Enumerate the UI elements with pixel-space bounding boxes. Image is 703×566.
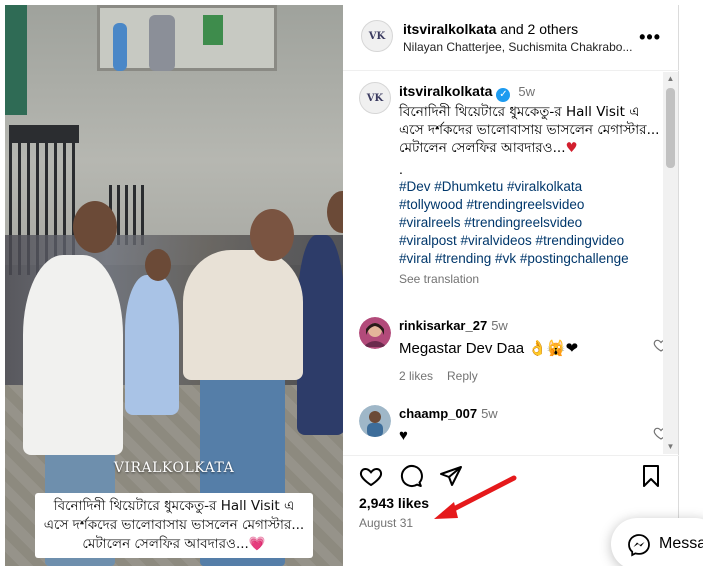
hashtag-line[interactable]: #tollywood #trendingreelsvideo [399,196,661,214]
comment-username[interactable]: rinkisarkar_27 [399,318,487,333]
onlooker [113,23,127,71]
person [125,275,179,415]
person-head [145,249,171,281]
comment-text: Megastar Dev Daa 👌🙀❤ [399,340,579,357]
comment-bubble-icon[interactable] [399,464,423,488]
red-heart-emoji: ♥ [565,140,578,156]
caption-age[interactable]: 5w [518,84,535,99]
comment-item: rinkisarkar_27 5w Megastar Dev Daa 👌🙀❤ 2 … [359,317,669,387]
video-frame [5,5,343,566]
red-annotation-arrow-icon [434,475,517,519]
post-authors: itsviralkolkata and 2 others [403,21,578,37]
and-others-link[interactable]: and 2 others [496,21,578,37]
commenter-photo [359,405,391,437]
onlooker [149,15,175,71]
author-avatar[interactable]: VK [361,20,393,52]
more-options-icon[interactable]: ••• [639,27,661,48]
hashtag-line[interactable]: #viralpost #viralvideos #trendingvideo [399,232,661,250]
comment-meta: 2 likes Reply [399,369,639,383]
comment-age: 5w [481,406,498,421]
person-head [250,209,294,261]
commenter-avatar[interactable] [359,405,391,437]
commenter-photo [359,317,391,349]
like-heart-icon[interactable] [359,464,383,488]
caption-dot: . [399,161,403,177]
comments-scroll-area[interactable]: VK itsviralkolkata ✓ 5w বিনোদিনী থিয়েটারে… [343,72,679,454]
see-translation-link[interactable]: See translation [399,270,661,288]
video-caption-overlay: বিনোদিনী থিয়েটারে ধুমকেতু-র Hall Visit … [35,493,313,558]
comment-item: chaamp_007 5w ♥ [359,405,669,454]
scroll-up-arrow-icon[interactable]: ▲ [663,72,678,86]
caption-username[interactable]: itsviralkolkata [399,83,492,99]
green-curtain [5,5,27,115]
comment-age: 5w [491,318,508,333]
caption-body: বিনোদিনী থিয়েটারে ধুমকেতু-র Hall Visit … [399,104,660,156]
hashtag-line[interactable]: #viral #trending #vk #postingchallenge [399,250,661,268]
hanging-cloth [203,15,223,45]
messages-button[interactable]: Messages [611,518,703,566]
like-count[interactable]: 2,943 likes [359,495,429,511]
comment-username[interactable]: chaamp_007 [399,406,477,421]
comment-like-count[interactable]: 2 likes [399,369,433,383]
commenter-avatar[interactable] [359,317,391,349]
post-header: VK itsviralkolkata and 2 others Nilayan … [343,5,679,71]
person [297,235,343,435]
person [23,255,123,455]
scrollbar-thumb[interactable] [666,88,675,168]
messages-label: Messages [659,535,703,552]
video-watermark: VIRALKOLKATA [113,460,235,476]
post-date[interactable]: August 31 [359,516,413,530]
comment-body: rinkisarkar_27 5w Megastar Dev Daa 👌🙀❤ 2 … [399,317,639,383]
verified-badge-icon: ✓ [496,88,511,102]
hashtag-list: #Dev #Dhumketu #viralkolkata #tollywood … [399,178,661,268]
scroll-down-arrow-icon[interactable]: ▼ [663,440,678,454]
caption-text: বিনোদিনী থিয়েটারে ধুমকেতু-র Hall Visit … [399,103,661,157]
author-username[interactable]: itsviralkolkata [403,21,496,37]
pink-heart-emoji: 💗 [248,536,266,552]
comment-text: ♥ [399,427,408,444]
instagram-post-view: VIRALKOLKATA বিনোদিনী থিয়েটারে ধুমকেতু-… [0,0,703,566]
reply-button[interactable]: Reply [447,369,478,383]
person-head [73,201,117,253]
comment-body: chaamp_007 5w ♥ [399,405,639,444]
caption-author-avatar[interactable]: VK [359,82,391,114]
post-video[interactable]: VIRALKOLKATA বিনোদিনী থিয়েটারে ধুমকেতু-… [5,5,343,566]
person [183,250,303,380]
hashtag-line[interactable]: #viralreels #trendingreelsvideo [399,214,661,232]
messenger-icon [628,534,650,557]
save-bookmark-icon[interactable] [639,464,663,488]
collaborators-line[interactable]: Nilayan Chatterjee, Suchismita Chakrabo.… [403,40,633,54]
hashtag-line[interactable]: #Dev #Dhumketu #viralkolkata [399,178,661,196]
post-caption: itsviralkolkata ✓ 5w বিনোদিনী থিয়েটারে ধু… [399,82,661,288]
comments-scrollbar[interactable]: ▲ ▼ [663,72,678,454]
